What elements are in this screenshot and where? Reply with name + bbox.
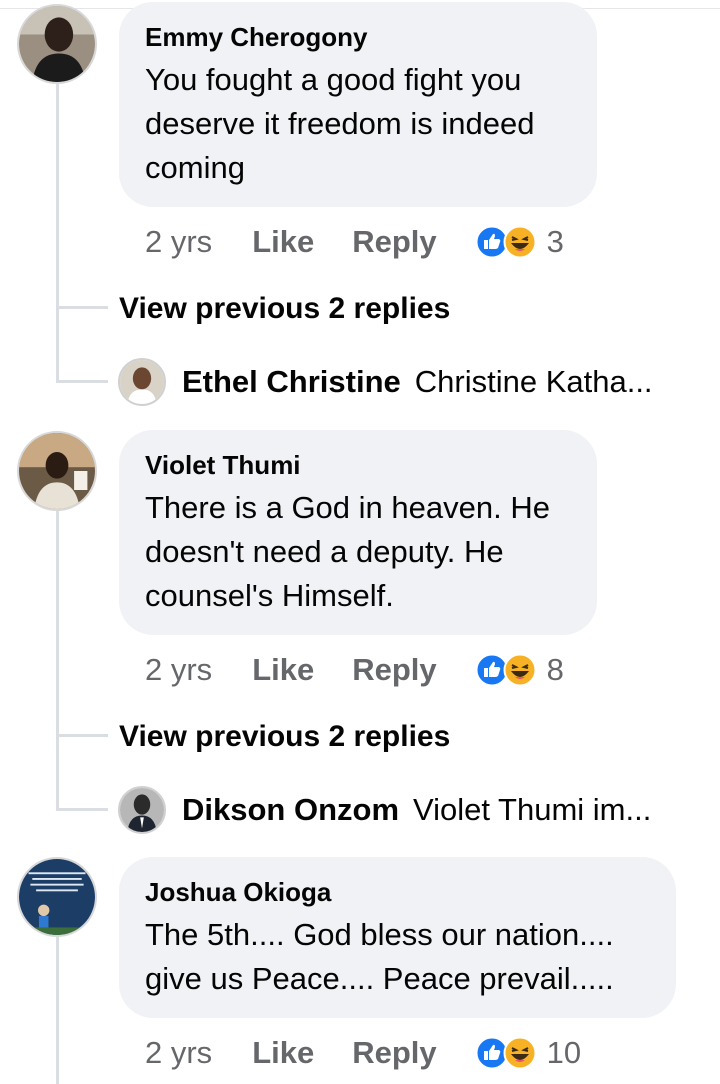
- comment-bubble: Emmy Cherogony You fought a good fight y…: [119, 2, 597, 207]
- thread-connector: [56, 380, 108, 383]
- comment-actions: 2 yrs Like Reply 3: [145, 220, 564, 264]
- comment-text: The 5th.... God bless our nation.... giv…: [145, 913, 650, 1001]
- reaction-summary[interactable]: 8: [475, 652, 564, 688]
- reply-button[interactable]: Reply: [352, 652, 436, 688]
- comment-actions: 2 yrs Like Reply 8: [145, 648, 564, 692]
- reaction-count: 8: [546, 652, 564, 687]
- view-previous-replies[interactable]: View previous 2 replies: [119, 292, 450, 326]
- comment-line: The 5th.... God bless our nation....: [145, 917, 614, 952]
- reply-author[interactable]: Ethel Christine: [182, 364, 401, 400]
- avatar[interactable]: [17, 4, 97, 84]
- comment-bubble: Joshua Okioga The 5th.... God bless our …: [119, 857, 676, 1018]
- latest-reply[interactable]: Ethel Christine Christine Katha...: [118, 358, 653, 406]
- thread-line: [56, 82, 59, 382]
- timestamp[interactable]: 2 yrs: [145, 1035, 212, 1071]
- latest-reply[interactable]: Dikson Onzom Violet Thumi im...: [118, 786, 651, 834]
- reaction-count: 10: [546, 1035, 582, 1070]
- comment-author[interactable]: Joshua Okioga: [145, 877, 650, 907]
- reply-author[interactable]: Dikson Onzom: [182, 792, 399, 828]
- thread-connector: [56, 734, 108, 737]
- timestamp[interactable]: 2 yrs: [145, 652, 212, 688]
- comment-bubble: Violet Thumi There is a God in heaven. H…: [119, 430, 597, 635]
- haha-reaction-icon: [503, 1036, 537, 1070]
- comment-line: You fought a good fight you: [145, 62, 522, 97]
- haha-reaction-icon: [503, 225, 537, 259]
- comment-text: You fought a good fight you deserve it f…: [145, 58, 571, 190]
- avatar[interactable]: [118, 786, 166, 834]
- comment-actions: 2 yrs Like Reply 10: [145, 1031, 581, 1075]
- comment-line: deserve it freedom is indeed: [145, 106, 535, 141]
- like-button[interactable]: Like: [252, 1035, 314, 1071]
- thread-line: [56, 936, 59, 1084]
- thread-connector: [56, 808, 108, 811]
- comment-author[interactable]: Violet Thumi: [145, 450, 571, 480]
- reply-preview: Violet Thumi im...: [413, 792, 652, 827]
- like-button[interactable]: Like: [252, 652, 314, 688]
- comment-line: coming: [145, 150, 245, 185]
- thread-connector: [56, 306, 108, 309]
- haha-reaction-icon: [503, 653, 537, 687]
- comment-author[interactable]: Emmy Cherogony: [145, 22, 571, 52]
- comment-line: counsel's Himself.: [145, 578, 394, 613]
- view-previous-replies[interactable]: View previous 2 replies: [119, 720, 450, 754]
- avatar[interactable]: [17, 857, 97, 937]
- reaction-summary[interactable]: 3: [475, 224, 564, 260]
- avatar[interactable]: [17, 431, 97, 511]
- reply-button[interactable]: Reply: [352, 224, 436, 260]
- avatar[interactable]: [118, 358, 166, 406]
- reply-button[interactable]: Reply: [352, 1035, 436, 1071]
- comment-line: There is a God in heaven. He: [145, 490, 550, 525]
- comment-text: There is a God in heaven. He doesn't nee…: [145, 486, 571, 618]
- thread-line: [56, 510, 59, 810]
- comment-line: doesn't need a deputy. He: [145, 534, 504, 569]
- comment-line: give us Peace.... Peace prevail.....: [145, 961, 614, 996]
- reaction-summary[interactable]: 10: [475, 1035, 581, 1071]
- reaction-count: 3: [546, 224, 564, 259]
- like-button[interactable]: Like: [252, 224, 314, 260]
- timestamp[interactable]: 2 yrs: [145, 224, 212, 260]
- reply-preview: Christine Katha...: [414, 364, 653, 399]
